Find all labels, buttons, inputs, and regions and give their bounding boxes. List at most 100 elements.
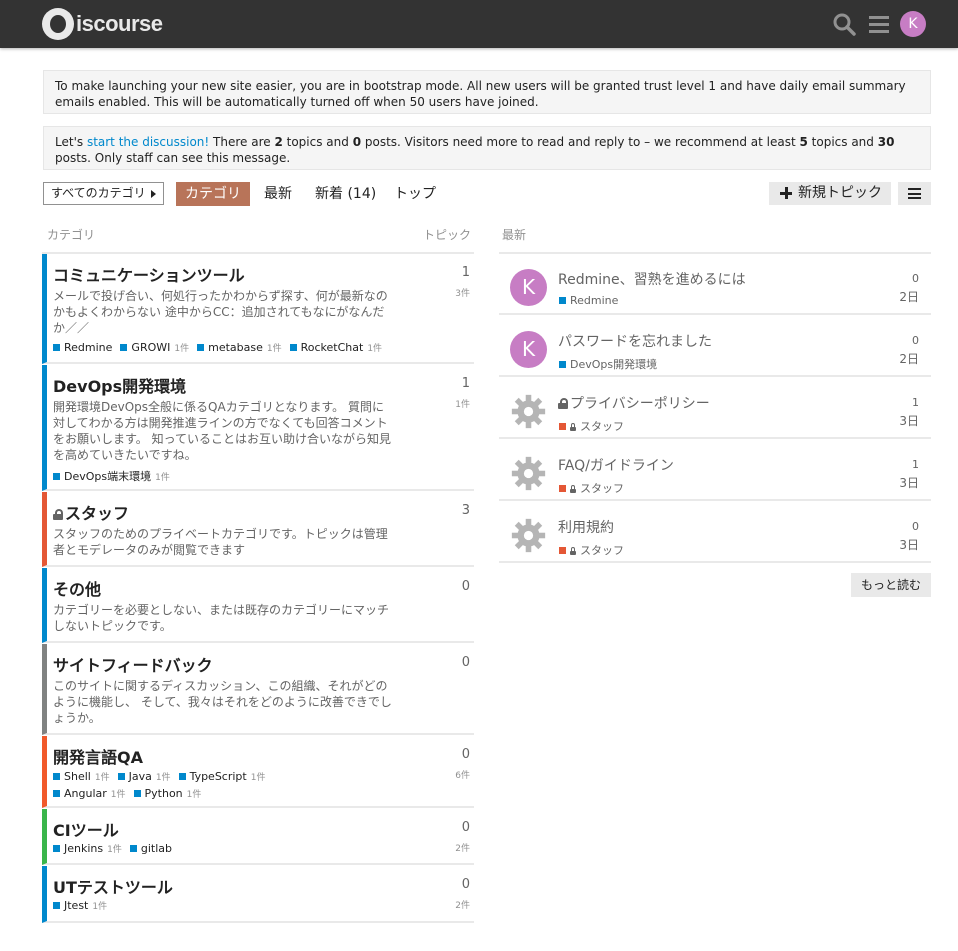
category-name[interactable]: サイトフィードバック xyxy=(53,652,213,676)
category-color-swatch xyxy=(133,790,141,797)
topic-title-text: 利用規約 xyxy=(558,520,614,536)
subcategory-count: 1件 xyxy=(94,773,110,783)
notice-text: Let's xyxy=(55,135,87,149)
topic-title[interactable]: プライバシーポリシー xyxy=(558,393,710,413)
topic-category-badge[interactable]: スタッフ xyxy=(559,418,624,434)
new-topic-button[interactable]: 新規トピック xyxy=(769,182,891,205)
subcategory-link[interactable]: Angular 1件 xyxy=(53,786,126,803)
category-name[interactable]: UTテストツール xyxy=(53,874,173,898)
subcategory-list: Jenkins 1件 gitlab xyxy=(53,842,180,855)
topic-age[interactable]: 3日 xyxy=(899,536,919,553)
topic-title-text: FAQ/ガイドライン xyxy=(558,458,674,474)
subcategory-link[interactable]: Redmine xyxy=(53,341,112,354)
category-row[interactable]: その他 カテゴリーを必要としない、または既存のカテゴリーにマッチしないトピックで… xyxy=(42,568,474,643)
system-avatar-gear-icon[interactable] xyxy=(510,517,547,554)
subcategory-list: Jtest 1件 xyxy=(53,899,115,912)
topic-category-badge[interactable]: スタッフ xyxy=(559,480,624,496)
column-header-category: カテゴリ xyxy=(47,228,96,242)
lock-icon xyxy=(570,547,576,555)
topic-age[interactable]: 3日 xyxy=(899,474,919,491)
subcategory-link[interactable]: Jenkins 1件 xyxy=(53,842,122,855)
topic-category-name: DevOps開発環境 xyxy=(570,358,658,371)
subcategory-link[interactable]: Java 1件 xyxy=(117,769,171,786)
tab-new[interactable]: 新着 (14) xyxy=(306,182,385,206)
topic-age[interactable]: 2日 xyxy=(899,350,919,367)
category-row[interactable]: 開発言語QA 0 6件 Shell 1件 Java 1件 TypeScript 1件Ang… xyxy=(42,736,474,808)
topic-title[interactable]: Redmine、習熟を進めるには xyxy=(558,269,746,289)
topics-count: 2 xyxy=(274,135,283,149)
category-color-swatch xyxy=(559,423,566,430)
subcategory-count: 1件 xyxy=(107,845,122,855)
topic-age[interactable]: 3日 xyxy=(899,412,919,429)
category-color-swatch xyxy=(289,344,297,351)
latest-topic-row[interactable]: K パスワードを忘れました DevOps開発環境 0 2日 xyxy=(499,316,931,377)
subcategory-link[interactable]: DevOps端末環境 1件 xyxy=(53,468,170,484)
tab-categories[interactable]: カテゴリ xyxy=(176,182,250,206)
category-topic-count: 0 xyxy=(461,820,470,835)
hamburger-icon[interactable] xyxy=(867,12,891,36)
tab-top[interactable]: トップ xyxy=(385,182,445,206)
menu-bars-icon xyxy=(908,197,921,199)
subcategory-link[interactable]: RocketChat 1件 xyxy=(289,341,382,354)
subcategory-link[interactable]: Python 1件 xyxy=(133,786,201,803)
system-avatar-gear-icon[interactable] xyxy=(510,455,547,492)
topic-category-name: スタッフ xyxy=(580,482,624,495)
search-icon[interactable] xyxy=(832,12,856,36)
category-subcount: 6件 xyxy=(455,771,470,781)
subcategory-count: 1件 xyxy=(110,790,126,800)
subcategory-name: gitlab xyxy=(140,842,172,855)
category-name[interactable]: その他 xyxy=(53,576,101,600)
menu-bars-icon xyxy=(908,188,921,190)
latest-topic-row[interactable]: 利用規約 スタッフ 0 3日 xyxy=(499,502,931,563)
topic-category-name: スタッフ xyxy=(580,544,624,557)
category-name[interactable]: コミュニケーションツール xyxy=(53,262,245,286)
list-menu-button[interactable] xyxy=(898,182,931,205)
topic-reply-count: 0 xyxy=(912,334,919,347)
tab-latest[interactable]: 最新 xyxy=(255,182,301,206)
latest-topic-row[interactable]: プライバシーポリシー スタッフ 1 3日 xyxy=(499,378,931,439)
category-row[interactable]: コミュニケーションツール メールで投げ合い、何処行ったかわからず探す、何が最新な… xyxy=(42,254,474,364)
subcategory-link[interactable]: Jtest 1件 xyxy=(53,899,107,912)
user-avatar[interactable]: K xyxy=(510,269,547,306)
user-avatar[interactable]: K xyxy=(900,11,926,37)
topic-title[interactable]: パスワードを忘れました xyxy=(558,331,712,351)
category-row[interactable]: CIツール 0 2件 Jenkins 1件 gitlab xyxy=(42,809,474,865)
notice-text: topics and xyxy=(282,135,353,149)
subcategory-link[interactable]: metabase 1件 xyxy=(197,341,282,354)
latest-topic-row[interactable]: FAQ/ガイドラインスタッフ 1 3日 xyxy=(499,440,931,501)
subcategory-link[interactable]: TypeScript 1件 xyxy=(178,769,265,786)
subcategory-name: Angular xyxy=(64,787,107,800)
user-avatar[interactable]: K xyxy=(510,331,547,368)
category-name[interactable]: DevOps開発環境 xyxy=(53,373,186,397)
category-name[interactable]: 開発言語QA xyxy=(53,744,143,768)
topic-title[interactable]: FAQ/ガイドライン xyxy=(558,455,674,475)
category-row[interactable]: サイトフィードバック このサイトに関するディスカッション、この組織、それがどのよ… xyxy=(42,644,474,735)
category-topic-count: 0 xyxy=(461,655,470,670)
topic-title[interactable]: 利用規約 xyxy=(558,517,614,537)
topic-category-badge[interactable]: Redmine xyxy=(559,294,618,307)
category-dropdown[interactable]: すべてのカテゴリ xyxy=(43,182,164,205)
site-logo[interactable]: iscourse xyxy=(42,7,163,41)
category-color-swatch xyxy=(559,485,566,492)
start-discussion-link[interactable]: start the discussion! xyxy=(87,135,209,149)
subcategory-name: Redmine xyxy=(64,341,113,354)
category-row[interactable]: UTテストツール 0 2件 Jtest 1件 xyxy=(42,866,474,923)
subcategory-name: RocketChat xyxy=(300,341,364,354)
subcategory-link[interactable]: GROWI 1件 xyxy=(120,341,189,354)
subcategory-link[interactable]: Shell 1件 xyxy=(53,769,110,786)
latest-topic-row[interactable]: K Redmine、習熟を進めるには Redmine 0 2日 xyxy=(499,254,931,315)
subcategory-link[interactable]: gitlab xyxy=(129,842,172,855)
category-topic-count: 1 xyxy=(461,376,470,391)
more-button[interactable]: もっと読む xyxy=(851,573,931,597)
topic-age[interactable]: 2日 xyxy=(899,288,919,305)
system-avatar-gear-icon[interactable] xyxy=(510,393,547,430)
topic-category-badge[interactable]: DevOps開発環境 xyxy=(559,356,657,372)
topic-reply-count: 1 xyxy=(912,458,919,471)
category-name[interactable]: スタッフ xyxy=(53,500,129,524)
category-name[interactable]: CIツール xyxy=(53,817,119,841)
topic-category-badge[interactable]: スタッフ xyxy=(559,542,624,558)
category-row[interactable]: DevOps開発環境 開発環境DevOps全般に係るQAカテゴリとなります。 質… xyxy=(42,365,474,491)
category-dropdown-label: すべてのカテゴリ xyxy=(51,186,146,200)
category-row[interactable]: スタッフ スタッフのためのプライベートカテゴリです。トピックは管理者とモデレータ… xyxy=(42,492,474,567)
category-subcount: 2件 xyxy=(455,901,470,911)
